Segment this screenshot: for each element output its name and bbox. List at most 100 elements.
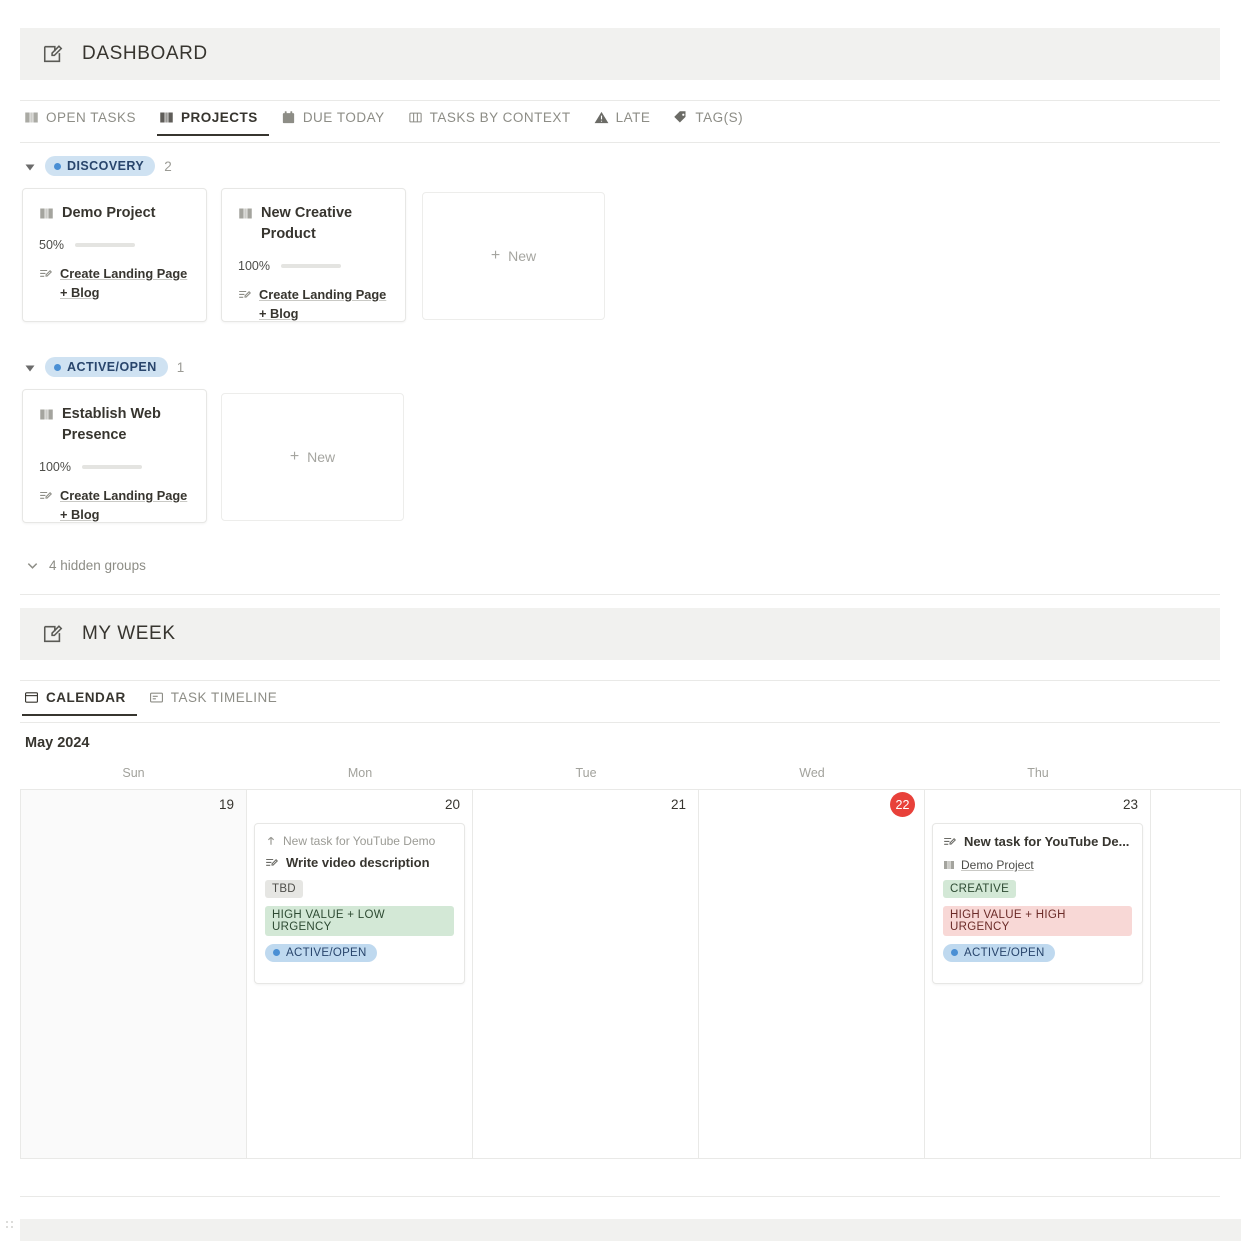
hidden-groups-label: 4 hidden groups [49,558,146,573]
dashboard-title: DASHBOARD [82,43,208,64]
tab-due-today[interactable]: DUE TODAY [279,110,396,136]
event-chip: TBD [265,880,303,898]
tab-label: TASKS BY CONTEXT [429,110,571,125]
status-dot-icon [54,363,61,371]
calendar-event[interactable]: New task for YouTube De... Demo Project … [932,823,1143,984]
event-chip-label: ACTIVE/OPEN [964,946,1045,959]
event-title: New task for YouTube De... [964,834,1130,849]
my-week-section-banner[interactable]: MY WEEK [20,608,1220,660]
status-badge: ACTIVE/OPEN [45,357,168,377]
hidden-groups-toggle[interactable]: 4 hidden groups [26,558,146,573]
event-chips: TBD [265,879,454,905]
book-icon [24,110,39,125]
project-card-title-row: New Creative Product [238,203,389,245]
day-number: 19 [218,797,234,812]
project-name: Demo Project [62,205,156,221]
tab-open-tasks[interactable]: OPEN TASKS [22,110,147,136]
calendar-day-headers: Sun Mon Tue Wed Thu [20,766,1241,789]
tab-label: DUE TODAY [302,110,385,125]
task-link-label: Create Landing Page + Blog [60,266,188,301]
group-count: 1 [176,359,185,375]
calendar-day-cell[interactable]: 21 [473,790,699,1158]
note-edit-icon [42,43,64,65]
status-label: ACTIVE/OPEN [67,360,157,374]
calendar-day-cell[interactable]: 19 [20,790,247,1158]
project-task-link[interactable]: Create Landing Page + Blog [238,285,389,323]
task-link-label: Create Landing Page + Blog [259,287,387,322]
calendar-day-cell[interactable]: 20 New task for YouTube Demo Write video… [247,790,473,1158]
task-link-label: Create Landing Page + Blog [60,488,188,523]
project-card[interactable]: Demo Project 50% Create Landing Page + B… [22,188,207,322]
divider [20,594,1220,595]
my-week-title: MY WEEK [82,623,176,644]
tab-tasks-by-context[interactable]: TASKS BY CONTEXT [406,110,582,136]
event-chip: HIGH VALUE + LOW URGENCY [265,906,454,936]
day-number: 21 [670,797,686,812]
task-edit-icon [943,835,957,849]
columns-icon [408,110,423,125]
calendar-view-icon [24,690,39,705]
note-edit-icon [42,623,64,645]
book-icon [238,206,253,221]
progress-track [280,264,341,269]
status-dot-icon [951,949,958,956]
arrow-up-icon [265,835,277,847]
event-project-link[interactable]: Demo Project [943,858,1132,872]
tab-calendar[interactable]: CALENDAR [22,690,137,716]
book-icon [943,859,955,871]
event-title-row: Write video description [265,855,454,870]
project-card[interactable]: Establish Web Presence 100% Create Landi… [22,389,207,523]
calendar-day-cell[interactable]: 23 New task for YouTube De... Demo Proje… [925,790,1151,1158]
day-number: 20 [444,797,460,812]
project-card-title-row: Establish Web Presence [39,404,190,446]
group-header-discovery[interactable]: DISCOVERY 2 [24,156,172,176]
caret-down-icon[interactable] [24,160,36,172]
day-header: Wed [799,766,825,780]
dashboard-section-banner[interactable]: DASHBOARD [20,28,1220,80]
drag-handle-icon[interactable] [5,1219,14,1231]
tab-projects[interactable]: PROJECTS [157,110,269,136]
task-edit-icon [238,288,252,302]
project-card[interactable]: New Creative Product 100% Create Landing… [221,188,406,322]
tab-label: OPEN TASKS [46,110,137,125]
task-edit-icon [39,267,53,281]
book-icon [39,407,54,422]
tab-label: TASK TIMELINE [170,690,278,705]
calendar-grid: 19 20 New task for YouTube Demo Write vi… [20,789,1241,1159]
project-task-link[interactable]: Create Landing Page + Blog [39,264,190,302]
tab-label: TAG(S) [695,110,744,125]
event-parent-label: New task for YouTube Demo [283,834,436,848]
tab-tags[interactable]: TAG(S) [671,110,754,136]
calendar-event[interactable]: New task for YouTube Demo Write video de… [254,823,465,984]
book-icon [159,110,174,125]
new-project-button[interactable]: + New [422,192,605,320]
day-number-today: 22 [890,792,915,817]
project-task-link[interactable]: Create Landing Page + Blog [39,486,190,524]
timeline-icon [149,690,164,705]
progress: 100% [39,460,190,474]
event-chips: HIGH VALUE + HIGH URGENCY [943,905,1132,943]
calendar-day-cell[interactable]: 22 [699,790,925,1158]
progress: 100% [238,259,389,273]
group-header-active-open[interactable]: ACTIVE/OPEN 1 [24,357,184,377]
progress-track [75,243,136,248]
calendar-day-cell[interactable] [1151,790,1241,1158]
divider [20,722,1220,723]
footer-banner [20,1219,1241,1241]
divider [20,1196,1220,1197]
task-edit-icon [39,489,53,503]
divider [20,680,1220,681]
day-header: Sun [122,766,145,780]
progress-track [81,465,142,470]
day-header: Tue [575,766,597,780]
progress-label: 100% [39,460,71,475]
event-chips: CREATIVE [943,879,1132,905]
caret-down-icon[interactable] [24,361,36,373]
project-card-title-row: Demo Project [39,203,190,224]
event-title: Write video description [286,855,430,870]
new-project-button[interactable]: + New [221,393,404,521]
tab-task-timeline[interactable]: TASK TIMELINE [147,690,289,716]
day-header: Thu [1027,766,1049,780]
calendar: Sun Mon Tue Wed Thu 19 20 New task for Y… [20,766,1241,1159]
tab-late[interactable]: LATE [592,110,662,136]
